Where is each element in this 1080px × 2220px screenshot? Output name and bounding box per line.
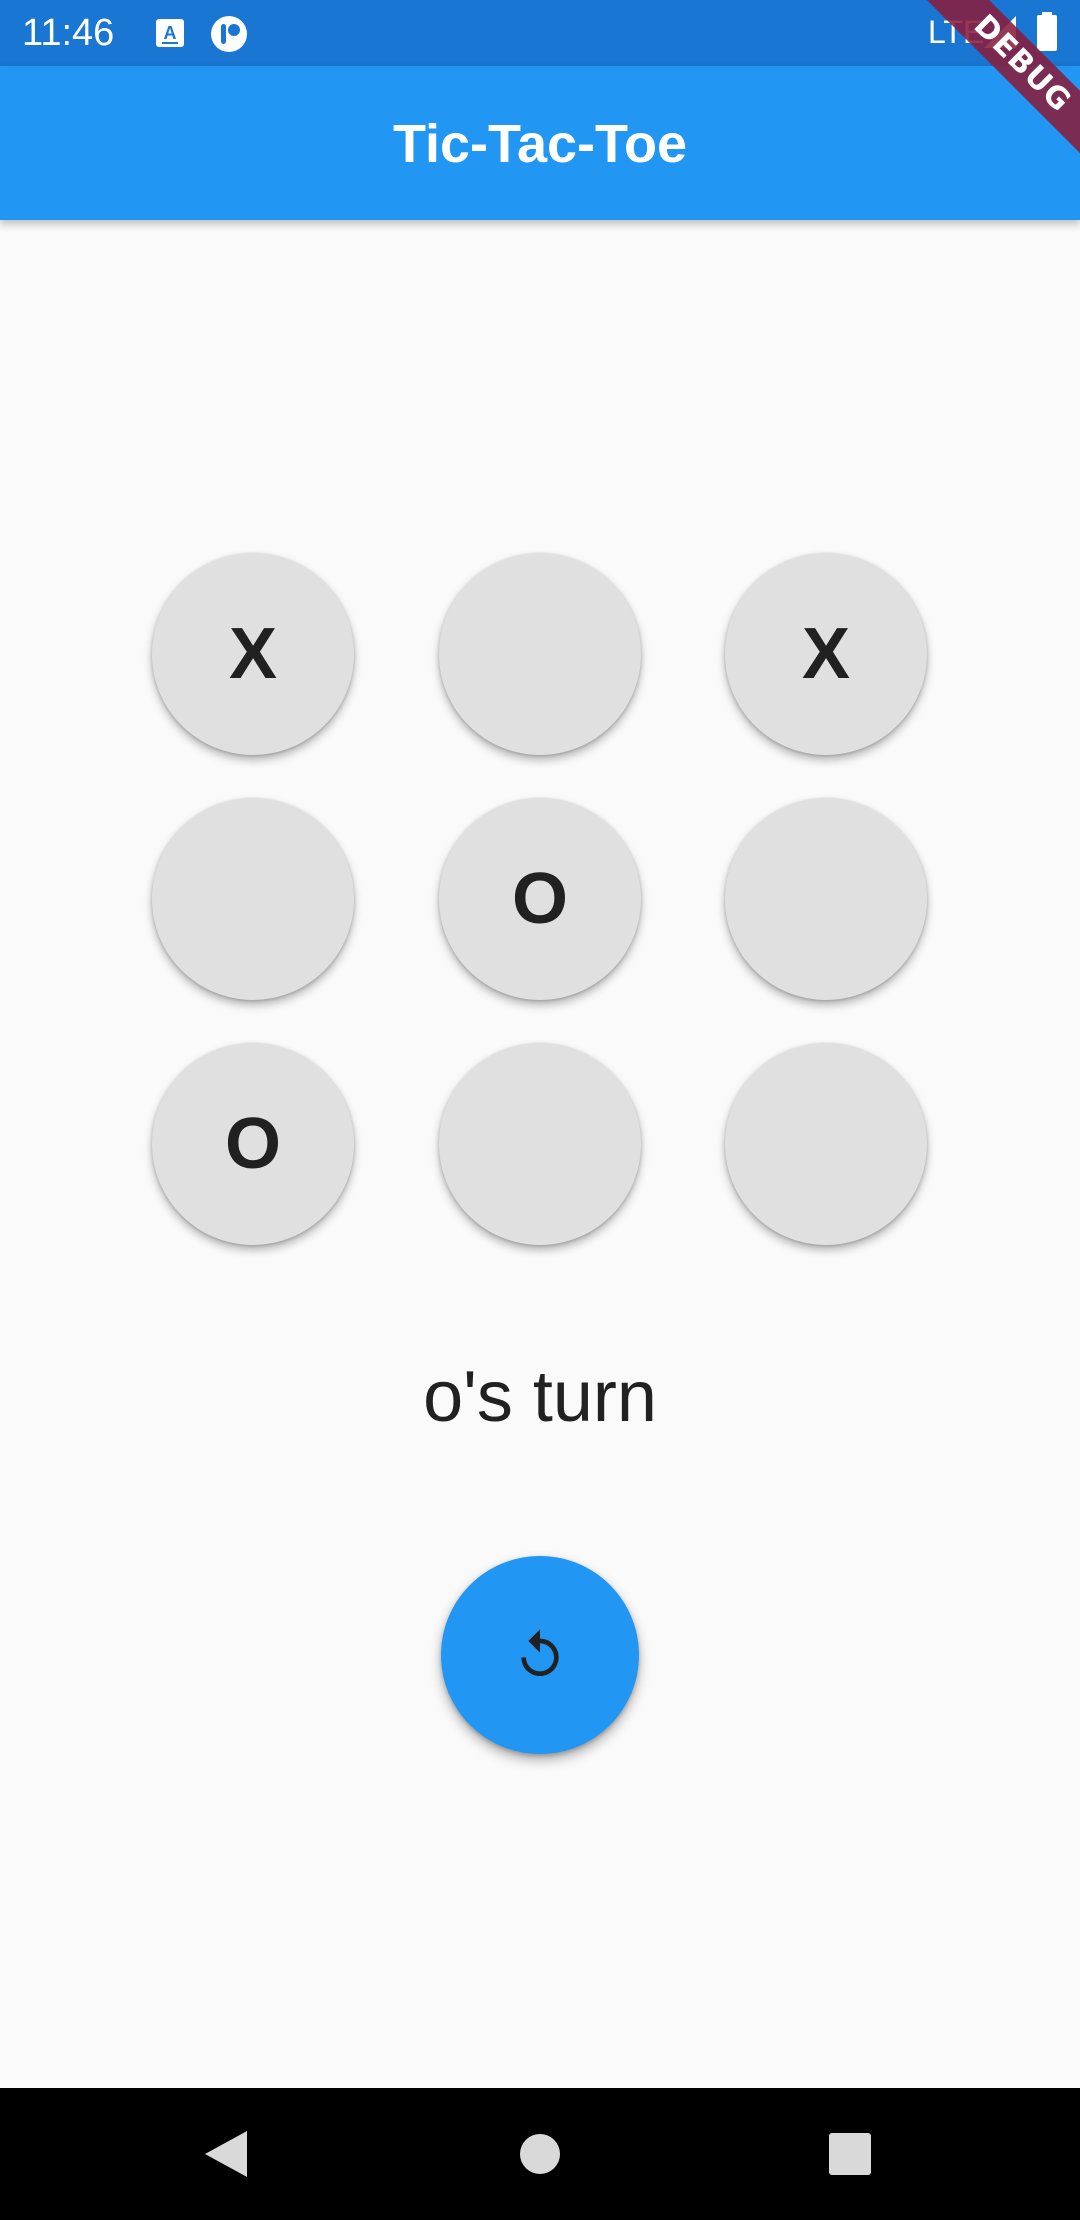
app-title: Tic-Tac-Toe [392,114,688,174]
board-cell-2[interactable] [439,553,641,755]
board-cell-4[interactable] [152,798,354,1000]
board-cell-5[interactable]: O [439,798,641,1000]
reset-button[interactable] [441,1556,639,1754]
back-button[interactable] [196,2124,256,2184]
back-icon [203,2129,249,2179]
svg-text:A: A [164,23,177,43]
status-bar: 11:46 A LTE [0,0,1080,66]
home-button[interactable] [510,2124,570,2184]
signal-icon [982,14,1018,50]
game-board: X X O O [152,553,928,1247]
board-cell-9[interactable] [725,1043,927,1245]
tic-tac-toe-screen: 11:46 A LTE Tic-Tac-Toe DEBUG X X O O o'… [0,0,1080,2220]
translate-icon: A [152,15,188,51]
recents-icon [828,2132,872,2176]
battery-icon [1036,12,1058,52]
turn-indicator: o's turn [423,1357,657,1437]
network-type: LTE [928,14,985,50]
home-icon [519,2133,561,2175]
board-cell-8[interactable] [439,1043,641,1245]
board-cell-7[interactable]: O [152,1043,354,1245]
board-cell-6[interactable] [725,798,927,1000]
board-cell-3[interactable]: X [725,553,927,755]
app-notification-icon [210,15,247,52]
app-bar: Tic-Tac-Toe [0,66,1080,220]
recents-button[interactable] [820,2124,880,2184]
board-cell-1[interactable]: X [152,553,354,755]
status-time: 11:46 [22,12,115,54]
navigation-bar [0,2088,1080,2220]
refresh-icon [512,1627,568,1683]
